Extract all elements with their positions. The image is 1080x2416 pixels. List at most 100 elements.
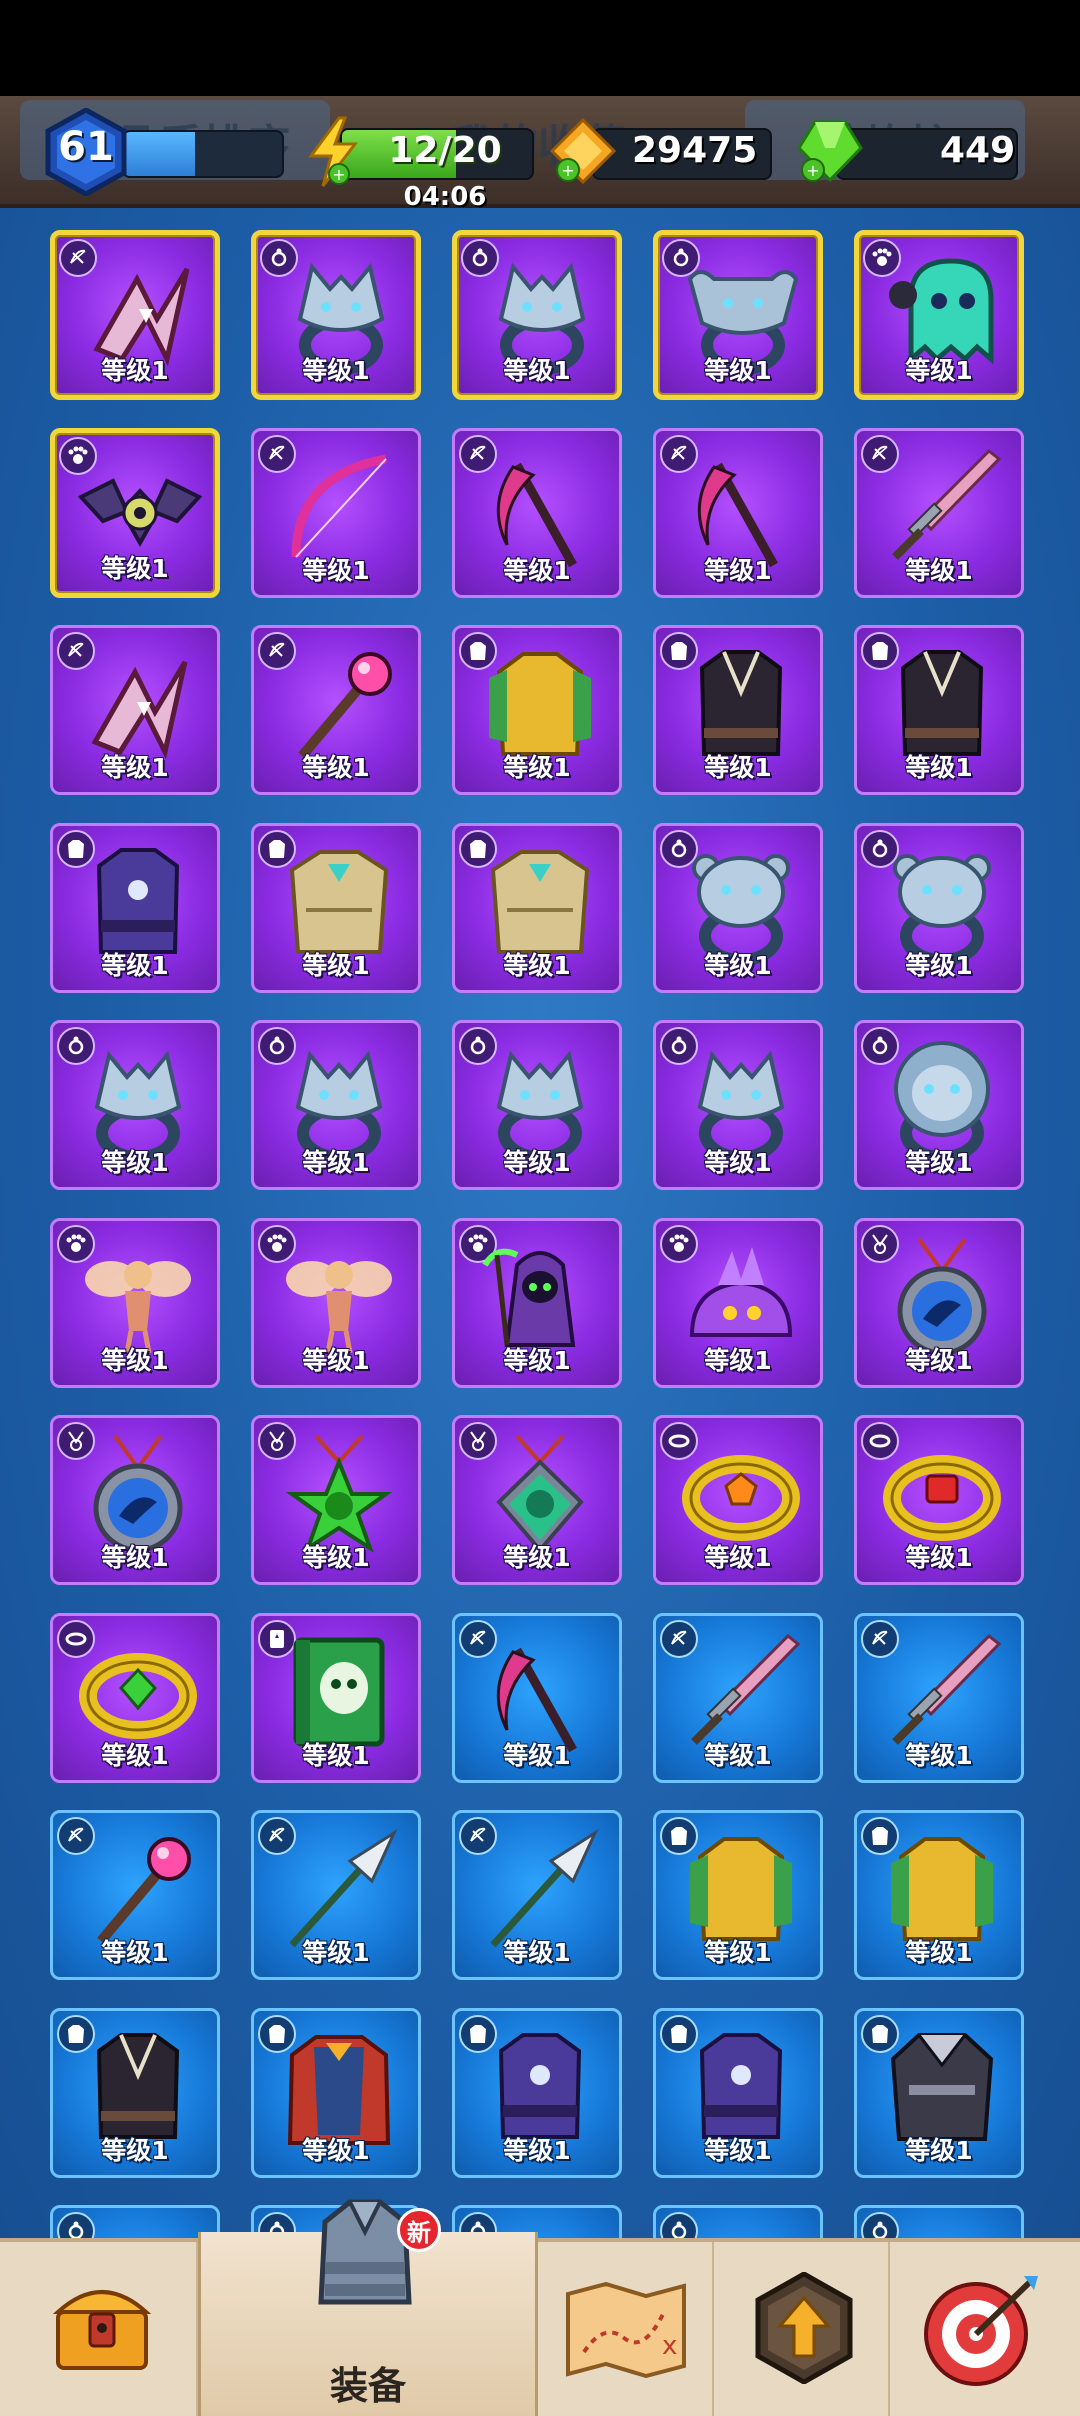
- equipment-card[interactable]: 等级1: [452, 1020, 622, 1190]
- level-label: 等级1: [302, 753, 370, 782]
- level-label: 等级1: [704, 2135, 772, 2165]
- nav-upgrade[interactable]: [714, 2242, 890, 2416]
- equipment-card[interactable]: 等级1: [854, 1612, 1024, 1783]
- equipment-card[interactable]: 等级1: [452, 1810, 622, 1980]
- equipment-card[interactable]: [50, 2205, 220, 2238]
- level-label: 等级1: [101, 1938, 169, 1967]
- equipment-card[interactable]: 等级1: [50, 1415, 220, 1585]
- level-label: 等级1: [101, 356, 169, 385]
- gem-icon[interactable]: +: [795, 118, 865, 184]
- equipment-card[interactable]: 等级1: [653, 1415, 823, 1585]
- equipment-card[interactable]: 等级1: [452, 2007, 622, 2178]
- level-label: 等级1: [704, 1148, 772, 1177]
- equipment-card[interactable]: 等级1: [251, 230, 421, 400]
- equipment-card[interactable]: 等级1: [251, 427, 421, 598]
- level-label: 等级1: [101, 1148, 169, 1177]
- equipment-card[interactable]: 等级1: [251, 625, 421, 795]
- equipment-card[interactable]: 等级1: [653, 625, 823, 795]
- nav-shop[interactable]: [0, 2242, 198, 2416]
- equipment-card[interactable]: 等级1: [50, 427, 220, 598]
- level-label: 等级1: [905, 1938, 973, 1967]
- equipment-card[interactable]: 等级1: [854, 230, 1024, 400]
- equipment-grid: 等级1 等级1 等级1 等级1 等级1 等级1 等级1 等级1 等级1 等级1 等级1 等级1 等级1 等…: [0, 208, 1080, 2238]
- equipment-card[interactable]: 等级1: [251, 1810, 421, 1980]
- level-label: 等级1: [704, 753, 772, 782]
- level-label: 等级1: [905, 1345, 973, 1375]
- equipment-card[interactable]: 等级1: [50, 1217, 220, 1388]
- level-label: 等级1: [704, 356, 772, 385]
- equipment-card[interactable]: 等级1: [452, 1217, 622, 1388]
- level-label: 等级1: [101, 1345, 169, 1375]
- level-label: 等级1: [905, 950, 973, 980]
- coin-count: 29475: [632, 130, 758, 171]
- equipment-card[interactable]: 等级1: [50, 1612, 220, 1783]
- level-label: 等级1: [704, 950, 772, 980]
- equipment-card[interactable]: 等级1: [854, 822, 1024, 993]
- equipment-card[interactable]: 等级1: [854, 1415, 1024, 1585]
- equipment-card[interactable]: 等级1: [653, 230, 823, 400]
- target-icon: [924, 2276, 1038, 2386]
- level-label: 等级1: [704, 1345, 772, 1375]
- equipment-card[interactable]: 等级1: [452, 1612, 622, 1783]
- equipment-card[interactable]: 等级1: [452, 1415, 622, 1585]
- level-label: 等级1: [503, 356, 571, 385]
- level-label: 等级1: [704, 555, 772, 585]
- equipment-card[interactable]: 等级1: [50, 1810, 220, 1980]
- equipment-card[interactable]: 等级1: [653, 1810, 823, 1980]
- equipment-card[interactable]: 等级1: [653, 427, 823, 598]
- equipment-card[interactable]: 等级1: [854, 2007, 1024, 2178]
- nav-map[interactable]: x: [538, 2242, 714, 2416]
- level-label: 等级1: [503, 1345, 571, 1375]
- level-label: 等级1: [302, 2135, 370, 2165]
- equipment-card[interactable]: 等级1: [452, 427, 622, 598]
- equipment-card[interactable]: 等级1: [854, 427, 1024, 598]
- level-label: 等级1: [302, 555, 370, 585]
- equipment-card[interactable]: 等级1: [251, 1020, 421, 1190]
- level-label: 等级1: [101, 2135, 169, 2165]
- level-label: 等级1: [101, 950, 169, 980]
- equipment-card[interactable]: 等级1: [251, 1217, 421, 1388]
- level-label: 等级1: [905, 2135, 973, 2165]
- nav-equipment[interactable]: 新 装备: [198, 2199, 538, 2416]
- level-label: 等级1: [302, 1345, 370, 1375]
- equipment-card[interactable]: 等级1: [854, 1020, 1024, 1190]
- equipment-card[interactable]: 等级1: [452, 625, 622, 795]
- treasure-chest-icon: [52, 2290, 152, 2370]
- level-label: 等级1: [302, 1938, 370, 1967]
- equipment-card[interactable]: 等级1: [251, 822, 421, 993]
- equipment-card[interactable]: 等级1: [854, 625, 1024, 795]
- equipment-card[interactable]: 等级1: [653, 2007, 823, 2178]
- equipment-card[interactable]: 等级1: [50, 1020, 220, 1190]
- equipment-card[interactable]: 等级1: [50, 625, 220, 795]
- nav-challenge[interactable]: [890, 2242, 1080, 2416]
- equipment-card[interactable]: 等级1: [854, 1810, 1024, 1980]
- level-label: 等级1: [704, 1740, 772, 1770]
- bottom-nav: 新 装备 x: [0, 2199, 1080, 2416]
- energy-bolt-icon[interactable]: +: [305, 116, 361, 188]
- equipment-card[interactable]: 等级1: [653, 1217, 823, 1388]
- level-label: 等级1: [503, 1938, 571, 1967]
- equipment-card[interactable]: [854, 2205, 1024, 2238]
- level-label: 等级1: [101, 553, 169, 583]
- level-label: 等级1: [302, 356, 370, 385]
- level-label: 等级1: [503, 555, 571, 585]
- equipment-card[interactable]: 等级1: [251, 2007, 421, 2178]
- coin-icon[interactable]: +: [550, 118, 616, 184]
- equipment-card[interactable]: 等级1: [50, 230, 220, 400]
- energy-count: 12/20: [388, 130, 502, 171]
- equipment-card[interactable]: 等级1: [653, 1612, 823, 1783]
- level-label: 等级1: [503, 753, 571, 782]
- equipment-card[interactable]: 等级1: [50, 2007, 220, 2178]
- equipment-card[interactable]: 等级1: [251, 1612, 421, 1783]
- equipment-card[interactable]: 等级1: [653, 1020, 823, 1190]
- svg-text:+: +: [332, 165, 345, 184]
- equipment-card[interactable]: 等级1: [452, 230, 622, 400]
- equipment-card[interactable]: 等级1: [50, 822, 220, 993]
- equipment-card[interactable]: 等级1: [653, 822, 823, 993]
- equipment-card[interactable]: 等级1: [452, 822, 622, 993]
- level-label: 等级1: [302, 1740, 370, 1770]
- equipment-card[interactable]: [653, 2205, 823, 2238]
- new-badge: 新: [397, 2208, 441, 2252]
- equipment-card[interactable]: 等级1: [854, 1217, 1024, 1388]
- equipment-card[interactable]: 等级1: [251, 1415, 421, 1585]
